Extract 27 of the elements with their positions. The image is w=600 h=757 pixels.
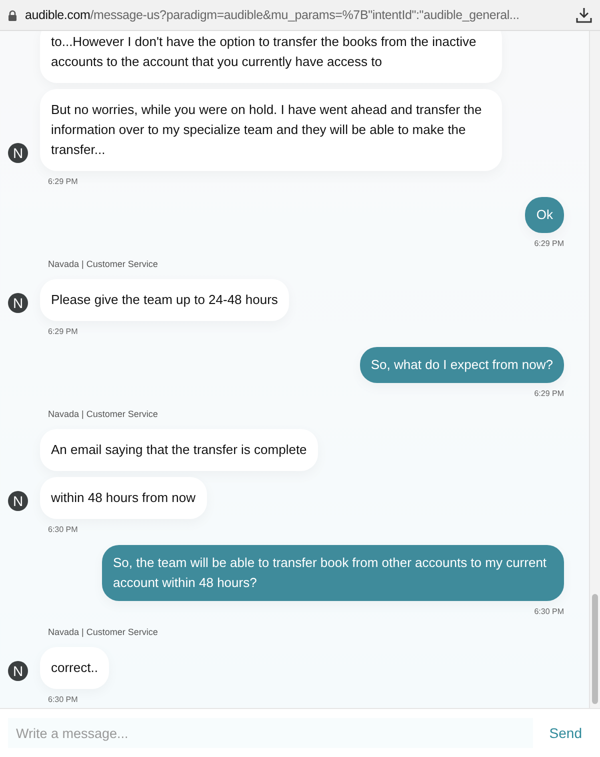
user-message: So, what do I expect from now? [360, 347, 564, 383]
sender-label: Navada | Customer Service [47, 409, 158, 419]
user-message: So, the team will be able to transfer book from other accounts to my current account within 48 hours? [102, 545, 564, 601]
agent-avatar: N [8, 491, 28, 511]
lock-icon [8, 10, 17, 20]
message-time: 6:29 PM [47, 177, 79, 186]
message-time: 6:30 PM [47, 525, 79, 534]
message-time: 6:29 PM [534, 239, 564, 248]
agent-message: within 48 hours from now [40, 477, 207, 519]
download-icon[interactable] [576, 7, 592, 23]
sender-label: Navada | Customer Service [47, 259, 158, 269]
message-time: 6:30 PM [534, 607, 564, 616]
send-button[interactable]: Send [545, 721, 586, 745]
agent-message: But no worries, while you were on hold. I have went ahead and transfer the information over to my specialize team and they will be able to make the transfer... [40, 89, 502, 171]
agent-message: to...However I don't have the option to transfer the books from the inactive accounts to the account that you currently have access to [40, 31, 502, 83]
message-time: 6:30 PM [47, 695, 79, 704]
agent-message: An email saying that the transfer is complete [40, 429, 318, 471]
agent-avatar: N [8, 293, 28, 313]
agent-avatar: N [8, 143, 28, 163]
message-input[interactable]: Write a message... [8, 718, 534, 748]
sender-label: Navada | Customer Service [47, 627, 158, 637]
agent-message: correct.. [40, 647, 109, 689]
user-message: Ok [525, 197, 564, 233]
agent-avatar: N [8, 661, 28, 681]
message-time: 6:29 PM [534, 389, 564, 398]
message-time: 6:29 PM [47, 327, 79, 336]
agent-message: Please give the team up to 24-48 hours [40, 279, 289, 321]
